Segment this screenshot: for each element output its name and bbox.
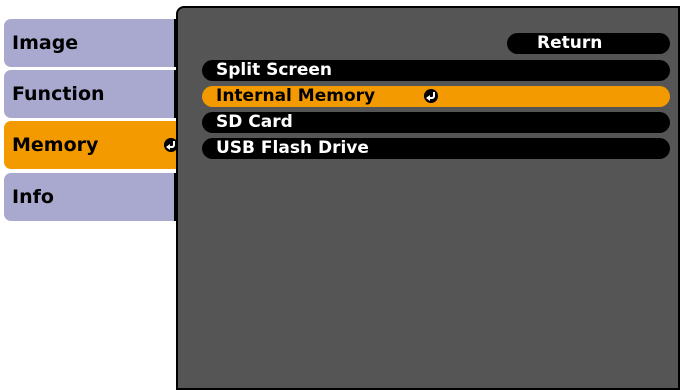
tab-info[interactable]: Info xyxy=(4,173,186,221)
tab-image[interactable]: Image xyxy=(4,19,186,67)
enter-icon xyxy=(424,89,438,103)
return-button[interactable]: Return xyxy=(507,33,670,54)
tab-memory[interactable]: Memory xyxy=(4,121,186,169)
menu-item-label: USB Flash Drive xyxy=(216,138,369,158)
tab-label: Memory xyxy=(12,134,99,156)
tab-label: Function xyxy=(12,83,105,105)
menu-item-internal-memory[interactable]: Internal Memory xyxy=(202,86,670,107)
tab-label: Image xyxy=(12,32,79,54)
menu-item-sd-card[interactable]: SD Card xyxy=(202,112,670,133)
menu-item-label: Internal Memory xyxy=(216,86,376,106)
menu-item-split-screen[interactable]: Split Screen xyxy=(202,60,670,81)
menu-item-label: SD Card xyxy=(216,112,293,132)
tab-label: Info xyxy=(12,186,54,208)
menu-item-label: Split Screen xyxy=(216,60,332,80)
menu-panel: Return Split Screen Internal Memory SD C… xyxy=(176,6,680,390)
tab-function[interactable]: Function xyxy=(4,70,186,118)
return-label: Return xyxy=(537,33,603,53)
menu-item-usb-flash-drive[interactable]: USB Flash Drive xyxy=(202,138,670,159)
